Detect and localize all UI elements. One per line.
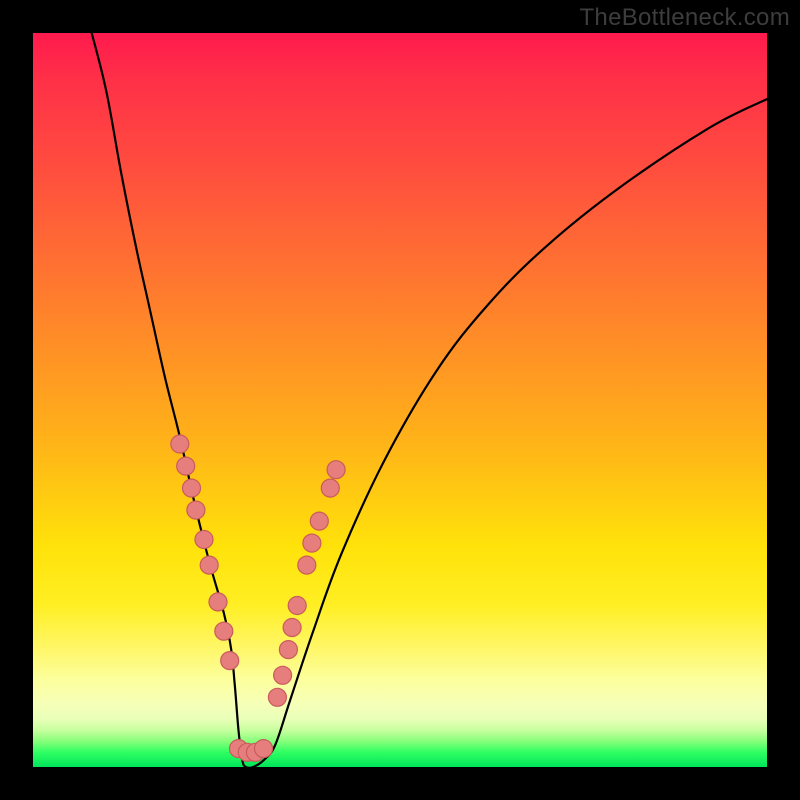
- marker-dot: [274, 666, 292, 684]
- marker-dot: [321, 479, 339, 497]
- marker-dot: [183, 479, 201, 497]
- watermark-text: TheBottleneck.com: [579, 4, 790, 32]
- curve-layer: [33, 33, 767, 767]
- marker-dot: [171, 435, 189, 453]
- marker-dot: [279, 641, 297, 659]
- marker-dot: [215, 622, 233, 640]
- marker-dot: [209, 593, 227, 611]
- marker-dot: [310, 512, 328, 530]
- marker-dot: [200, 556, 218, 574]
- marker-dot: [327, 461, 345, 479]
- chart-frame: TheBottleneck.com: [0, 0, 800, 800]
- plot-area: [33, 33, 767, 767]
- marker-dot: [195, 531, 213, 549]
- bottleneck-curve: [92, 33, 767, 768]
- marker-dot: [283, 619, 301, 637]
- marker-dot: [187, 501, 205, 519]
- marker-dot: [298, 556, 316, 574]
- marker-dot: [177, 457, 195, 475]
- marker-dots: [171, 435, 345, 761]
- marker-dot: [221, 652, 239, 670]
- marker-dot: [268, 688, 286, 706]
- marker-dot: [255, 740, 273, 758]
- marker-dot: [288, 597, 306, 615]
- marker-dot: [303, 534, 321, 552]
